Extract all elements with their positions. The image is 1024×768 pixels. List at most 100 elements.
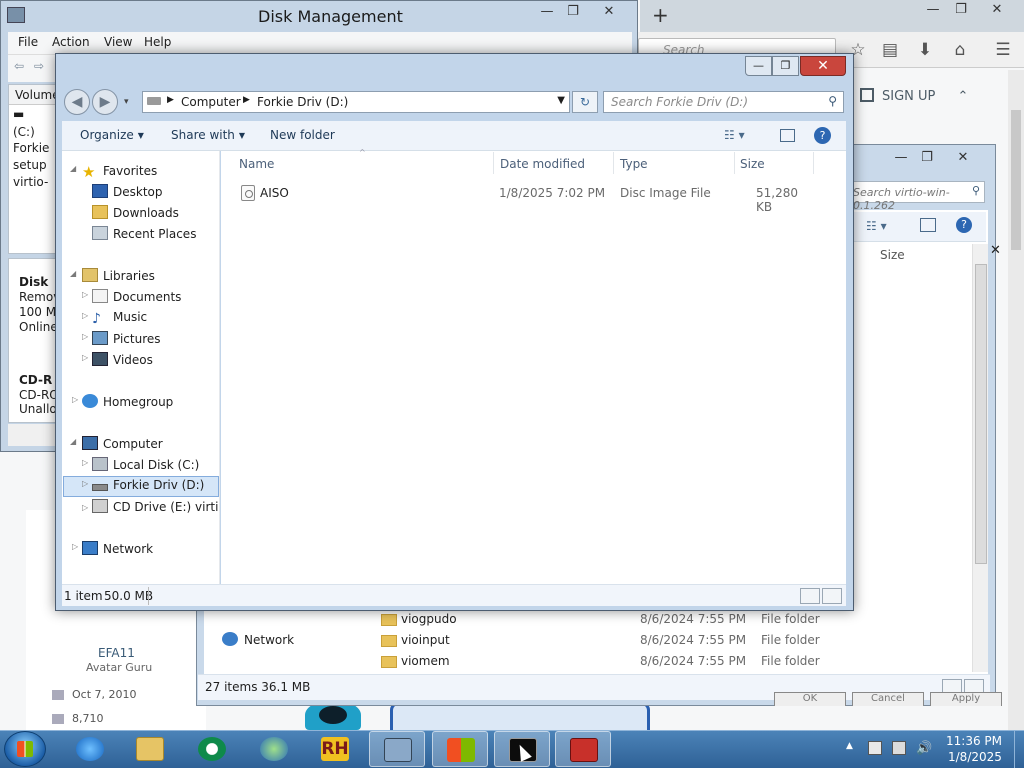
virtio-scrollbar[interactable] — [972, 244, 988, 672]
close-button[interactable]: ✕ — [800, 56, 846, 76]
scrollbar-thumb[interactable] — [975, 264, 987, 564]
new-tab-icon[interactable]: + — [652, 3, 669, 27]
back-arrow-icon[interactable]: ⇦ — [14, 59, 24, 73]
virtio-size-header[interactable]: Size — [880, 248, 905, 262]
view-options-icon[interactable]: ☷ ▾ — [866, 219, 887, 233]
expand-arrow-icon[interactable]: ◢ — [70, 269, 76, 278]
recent-pages-icon[interactable]: ▾ — [124, 97, 138, 109]
minimize-icon[interactable]: — — [888, 149, 914, 167]
taskbar-file-explorer[interactable] — [122, 731, 178, 767]
column-divider[interactable] — [734, 152, 735, 174]
expand-arrow-icon[interactable]: ▷ — [82, 458, 88, 467]
ok-button[interactable]: OK — [774, 692, 846, 706]
refresh-button[interactable]: ↻ — [572, 91, 598, 113]
nav-homegroup[interactable]: ▷ Homegroup — [72, 394, 173, 409]
show-hidden-icons-icon[interactable]: ▲ — [846, 741, 860, 755]
view-options-icon[interactable]: ☷ ▾ — [724, 128, 745, 142]
breadcrumb-arrow-icon[interactable]: ▶ — [167, 95, 174, 105]
preview-pane-icon[interactable] — [920, 218, 936, 232]
browser-scrollbar[interactable] — [1008, 70, 1024, 730]
address-bar[interactable]: ▶ Computer ▶ Forkie Driv (D:) ▼ — [142, 91, 570, 113]
close-icon[interactable]: ✕ — [596, 3, 622, 21]
expand-arrow-icon[interactable]: ▷ — [82, 503, 88, 512]
column-header-name[interactable]: Name — [239, 157, 274, 171]
taskbar-internet-explorer[interactable] — [62, 731, 118, 767]
restore-icon[interactable]: ❐ — [914, 149, 940, 167]
volume-row[interactable]: (C:) — [13, 125, 35, 139]
minimize-icon[interactable]: — — [534, 3, 560, 21]
expand-arrow-icon[interactable]: ◢ — [70, 164, 76, 173]
nav-forkie-driv[interactable]: ▷ Forkie Driv (D:) — [82, 478, 204, 492]
minimize-icon[interactable]: — — [920, 1, 946, 19]
volume-row[interactable]: setup — [13, 158, 47, 172]
show-desktop-button[interactable] — [1014, 731, 1024, 768]
network-tray-icon[interactable] — [892, 741, 906, 755]
large-icons-view-icon[interactable] — [822, 588, 842, 604]
nav-music[interactable]: ▷ ♪ Music — [82, 310, 147, 327]
volume-column-header[interactable]: Volume — [9, 85, 57, 105]
start-button[interactable] — [4, 731, 46, 767]
virtio-search-input[interactable]: Search virtio-win-0.1.262 ⚲ — [852, 181, 985, 212]
preview-pane-icon[interactable] — [780, 129, 795, 142]
column-header-type[interactable]: Type — [620, 157, 648, 171]
expand-arrow-icon[interactable]: ▷ — [82, 311, 88, 320]
clock-time[interactable]: 11:36 PM — [946, 734, 1002, 748]
clock-date[interactable]: 1/8/2025 — [948, 750, 1002, 764]
nav-documents[interactable]: ▷ Documents — [82, 289, 181, 304]
nav-local-disk[interactable]: ▷ Local Disk (C:) — [82, 457, 199, 472]
taskbar-toolbox-app[interactable] — [555, 731, 611, 767]
nav-network[interactable]: ▷ Network — [72, 541, 153, 556]
back-button[interactable]: ◀ — [64, 89, 90, 115]
details-view-icon[interactable] — [800, 588, 820, 604]
breadcrumb-drive[interactable]: Forkie Driv (D:) — [257, 95, 348, 109]
column-header-date-modified[interactable]: Date modified — [500, 157, 585, 171]
nav-desktop[interactable]: Desktop — [92, 184, 163, 199]
forward-arrow-icon[interactable]: ⇨ — [34, 59, 44, 73]
forward-button[interactable]: ▶ — [92, 89, 118, 115]
volume-row[interactable]: virtio- — [13, 175, 48, 189]
cancel-button[interactable]: Cancel — [852, 692, 924, 706]
expand-arrow-icon[interactable]: ◢ — [70, 437, 76, 446]
nav-libraries[interactable]: ◢ Libraries — [70, 268, 155, 283]
share-with-button[interactable]: Share with ▼ — [171, 128, 245, 142]
file-row[interactable]: AISO 1/8/2025 7:02 PM Disc Image File 51… — [237, 183, 807, 214]
restore-icon[interactable]: ❐ — [560, 3, 586, 21]
new-folder-button[interactable]: New folder — [270, 128, 335, 142]
help-icon[interactable]: ? — [956, 217, 972, 233]
taskbar-globe-app[interactable] — [246, 731, 302, 767]
volume-row-blank[interactable]: ▬ — [13, 107, 24, 121]
search-icon[interactable]: ⚲ — [828, 94, 837, 108]
menu-file[interactable]: File — [18, 35, 38, 49]
expand-arrow-icon[interactable]: ▷ — [82, 353, 88, 362]
column-divider[interactable] — [613, 152, 614, 174]
minimize-button[interactable]: — — [745, 56, 772, 76]
signup-link[interactable]: SIGN UP ⌃ — [860, 88, 968, 104]
close-icon[interactable]: ✕ — [990, 243, 1010, 259]
volume-icon[interactable]: 🔊 — [916, 741, 932, 756]
expand-arrow-icon[interactable]: ▷ — [82, 479, 88, 488]
expand-arrow-icon[interactable]: ▷ — [72, 542, 78, 551]
maximize-button[interactable]: ❐ — [772, 56, 799, 76]
nav-cd-drive[interactable]: CD Drive (E:) virtio-v — [92, 499, 219, 514]
column-header-size[interactable]: Size — [740, 157, 765, 171]
profile-username[interactable]: EFA11 — [98, 646, 135, 660]
taskbar-windows-explorer[interactable] — [432, 731, 488, 767]
breadcrumb-computer[interactable]: Computer — [181, 95, 241, 109]
menu-view[interactable]: View — [104, 35, 132, 49]
menu-help[interactable]: Help — [144, 35, 171, 49]
nav-pictures[interactable]: ▷ Pictures — [82, 331, 161, 346]
taskbar-app-green[interactable] — [184, 731, 240, 767]
menu-action[interactable]: Action — [52, 35, 90, 49]
help-icon[interactable]: ? — [814, 127, 831, 144]
close-icon[interactable]: ✕ — [950, 149, 976, 167]
home-icon[interactable]: ⌂ — [950, 40, 970, 60]
apply-button[interactable]: Apply — [930, 692, 1002, 706]
column-divider[interactable] — [493, 152, 494, 174]
search-input[interactable]: Search Forkie Driv (D:) ⚲ — [603, 91, 844, 113]
nav-recent-places[interactable]: Recent Places — [92, 226, 196, 241]
nav-videos[interactable]: ▷ Videos — [82, 352, 153, 367]
chevron-up-icon[interactable]: ⌃ — [958, 89, 969, 104]
volume-row[interactable]: Forkie — [13, 141, 49, 155]
nav-downloads[interactable]: Downloads — [92, 205, 179, 220]
taskbar-resource-hacker[interactable]: RH — [307, 731, 363, 767]
